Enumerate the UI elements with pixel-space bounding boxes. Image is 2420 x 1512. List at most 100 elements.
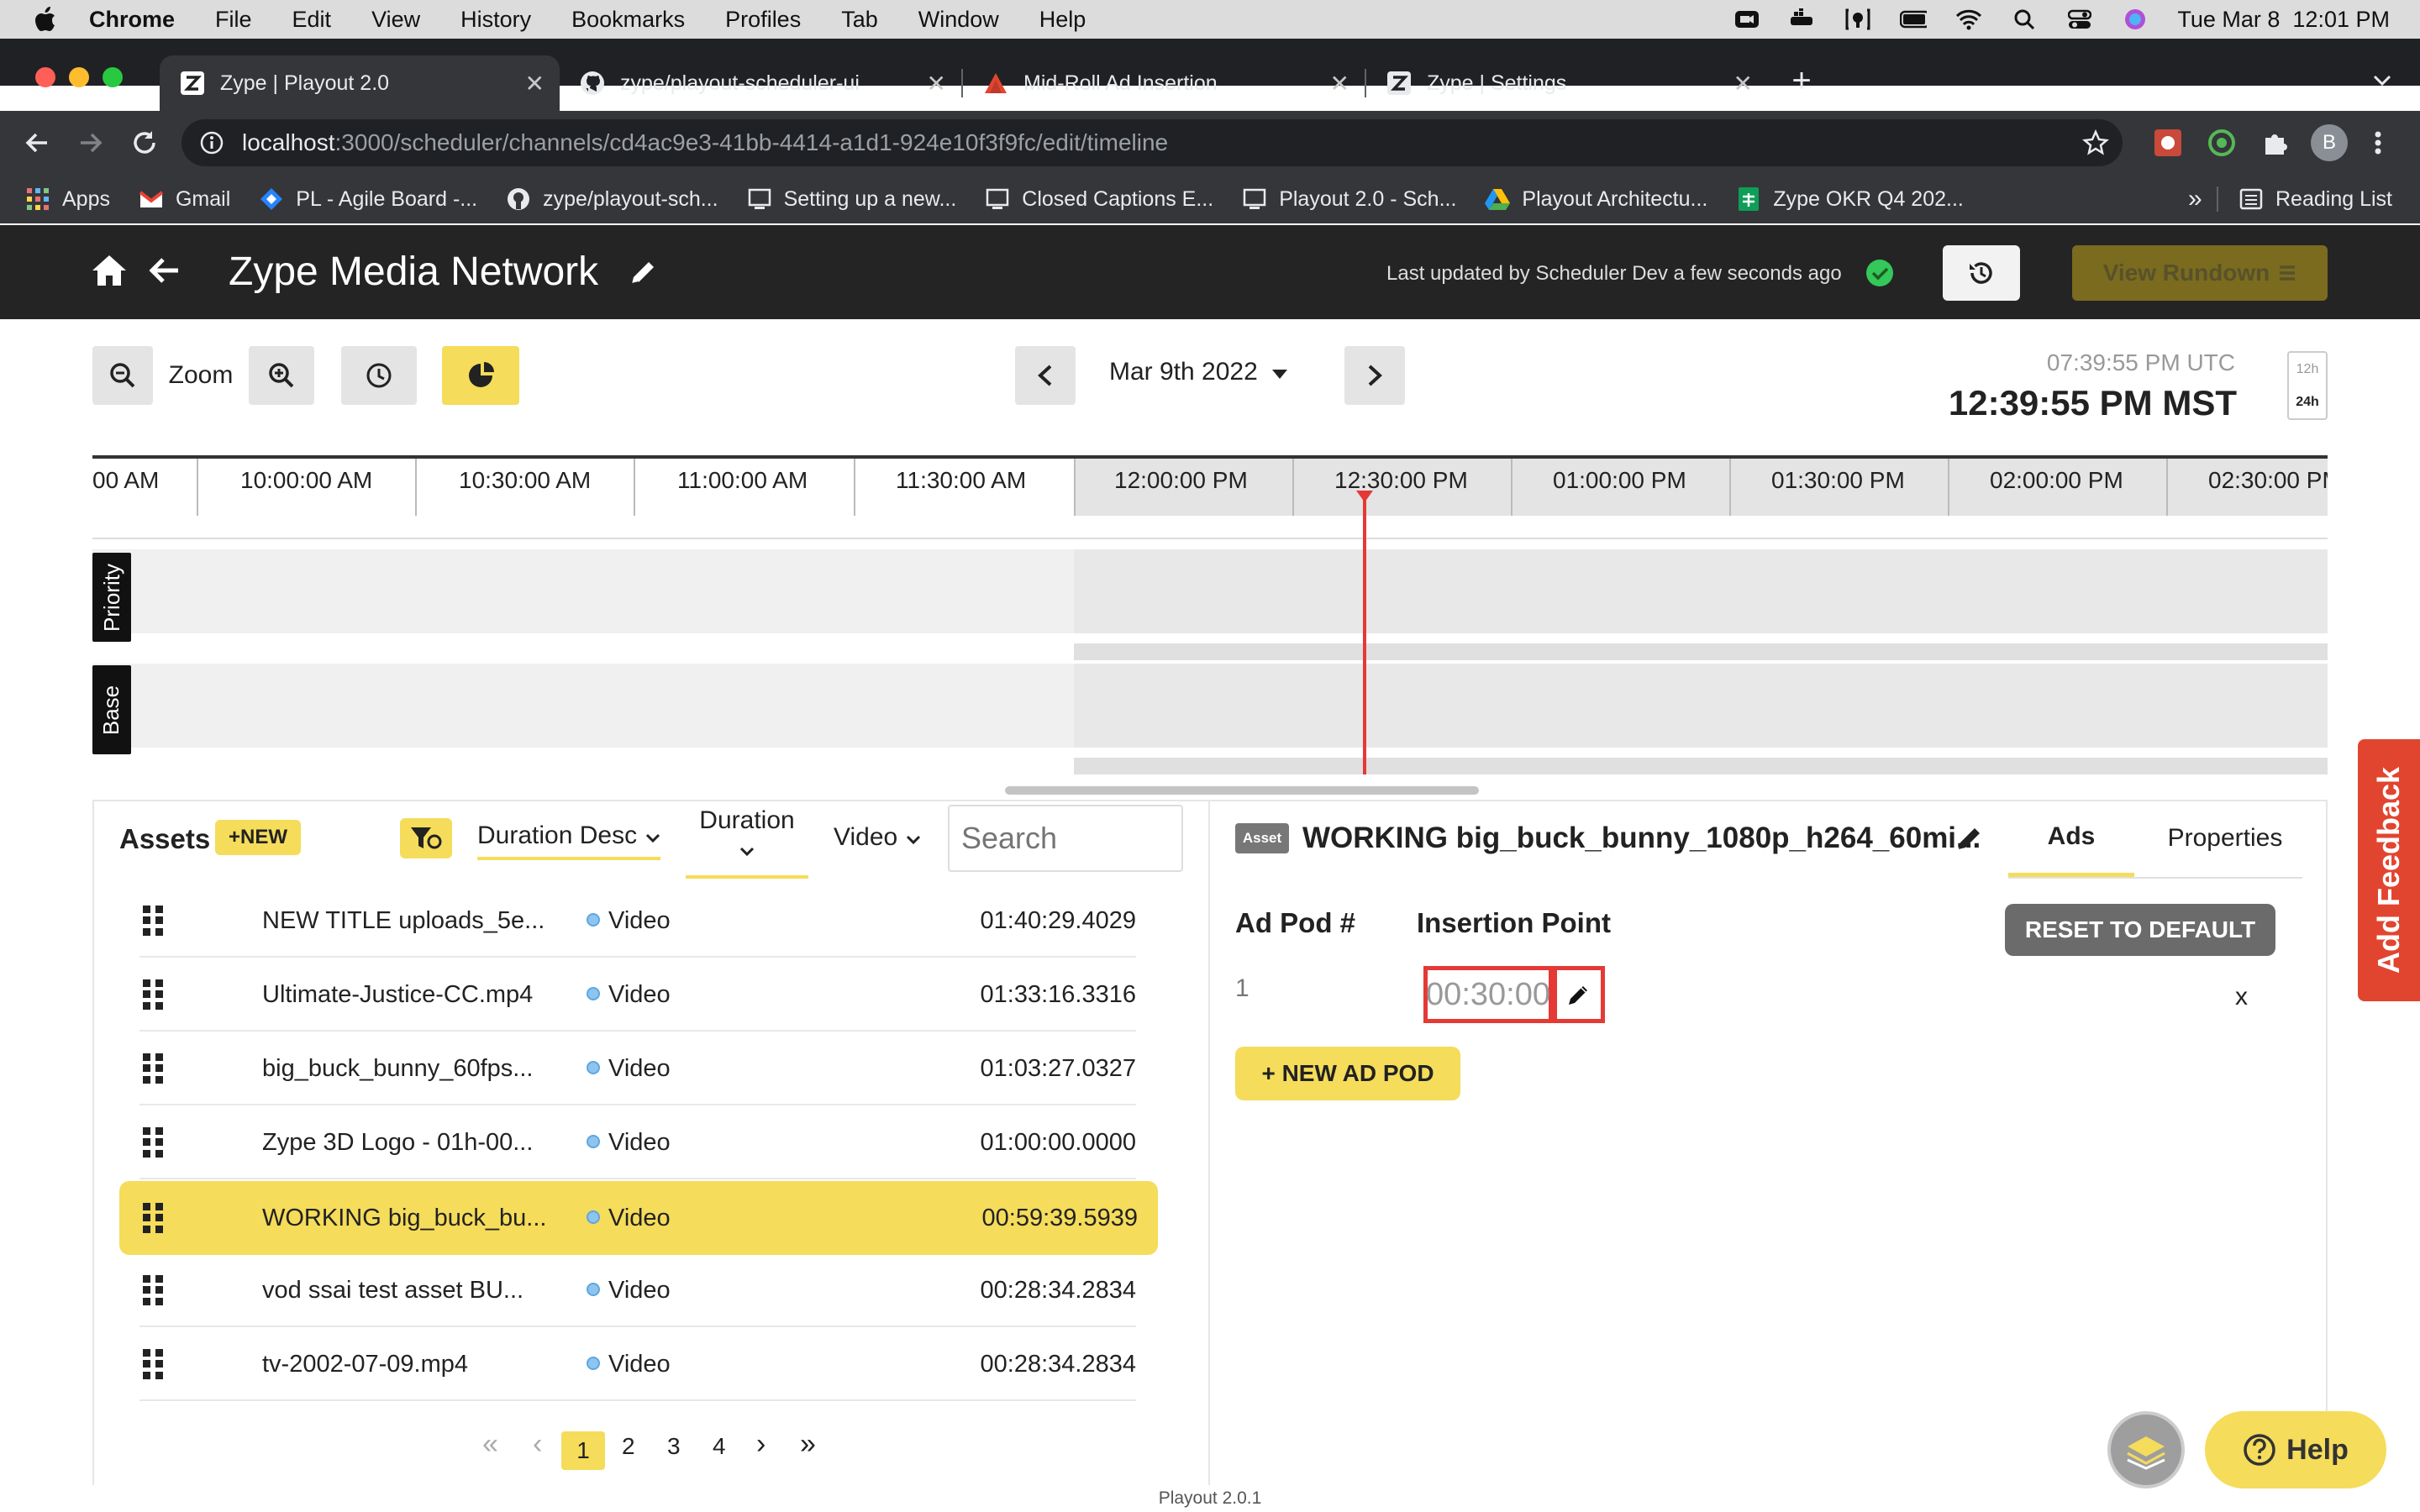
search-input[interactable] — [948, 805, 1183, 872]
bookmark-apps[interactable]: Apps — [25, 186, 110, 212]
drag-handle-icon[interactable] — [143, 979, 163, 1010]
time-format-toggle[interactable]: 12h 24h — [2287, 351, 2328, 420]
prev-page-button[interactable]: ‹ — [533, 1428, 542, 1461]
edit-insertion-button[interactable] — [1553, 966, 1605, 1023]
auto-scroll-button[interactable] — [442, 346, 519, 405]
bookmark-agile-board[interactable]: PL - Agile Board -... — [259, 186, 477, 212]
sort-select[interactable]: Duration Desc — [477, 822, 661, 860]
drag-handle-icon[interactable] — [143, 1053, 163, 1084]
asset-row[interactable]: Ultimate-Justice-CC.mp4 Video 01:33:16.3… — [139, 958, 1136, 1032]
timeline[interactable]: 00 AM 10:00:00 AM 10:30:00 AM 11:00:00 A… — [92, 455, 2328, 774]
tab-zype-playout[interactable]: Zype | Playout 2.0 ✕ — [160, 55, 560, 111]
last-page-button[interactable]: » — [800, 1428, 816, 1461]
close-tab-icon[interactable]: ✕ — [1733, 70, 1753, 97]
page-3-button[interactable]: 3 — [667, 1433, 681, 1460]
bookmark-star-icon[interactable] — [2082, 129, 2109, 162]
menu-window[interactable]: Window — [918, 7, 999, 33]
menu-profiles[interactable]: Profiles — [725, 7, 801, 33]
asset-row[interactable]: big_buck_bunny_60fps... Video 01:03:27.0… — [139, 1032, 1136, 1105]
back-icon[interactable] — [148, 255, 182, 290]
forward-arrow-icon[interactable] — [76, 128, 106, 162]
jump-to-now-button[interactable] — [341, 346, 417, 405]
apple-icon[interactable] — [30, 4, 60, 34]
tab-mid-roll[interactable]: Mid-Roll Ad Insertion ✕ — [963, 55, 1365, 111]
bookmark-playout-architecture[interactable]: Playout Architectu... — [1485, 186, 1707, 212]
tab-properties[interactable]: Properties — [2134, 800, 2316, 877]
help-button[interactable]: Help — [2205, 1411, 2386, 1488]
window-zoom-button[interactable] — [103, 67, 123, 87]
tab-zype-settings[interactable]: Zype | Settings ✕ — [1366, 55, 1768, 111]
bookmark-setting-up[interactable]: Setting up a new... — [747, 186, 956, 212]
layers-button[interactable] — [2107, 1411, 2185, 1488]
asset-row[interactable]: Zype 3D Logo - 01h-00... Video 01:00:00.… — [139, 1105, 1136, 1179]
spotlight-search-icon[interactable] — [2011, 8, 2038, 31]
remove-ad-pod-button[interactable]: x — [2235, 983, 2248, 1011]
home-icon[interactable] — [91, 254, 128, 291]
drag-handle-icon[interactable] — [143, 1127, 163, 1158]
priority-track[interactable] — [92, 549, 2328, 633]
bookmark-gmail[interactable]: Gmail — [139, 186, 230, 212]
clock-datetime[interactable]: Tue Mar 8 12:01 PM — [2177, 7, 2390, 33]
address-bar[interactable]: localhost:3000/scheduler/channels/cd4ac9… — [182, 119, 2123, 166]
bookmark-okr[interactable]: Zype OKR Q4 202... — [1736, 186, 1964, 212]
tab-search-chevron-icon[interactable] — [2370, 67, 2398, 96]
menu-tab[interactable]: Tab — [841, 7, 878, 33]
back-arrow-icon[interactable] — [22, 128, 52, 162]
wifi-icon[interactable] — [1955, 8, 1982, 31]
format-12h[interactable]: 12h — [2296, 362, 2319, 377]
control-center-icon[interactable] — [2066, 8, 2093, 31]
docker-icon[interactable] — [1789, 8, 1816, 31]
menu-view[interactable]: View — [371, 7, 420, 33]
base-track[interactable] — [92, 664, 2328, 748]
drag-handle-icon[interactable] — [143, 1203, 163, 1233]
menu-edit[interactable]: Edit — [292, 7, 332, 33]
next-page-button[interactable]: › — [756, 1428, 765, 1461]
page-2-button[interactable]: 2 — [622, 1433, 635, 1460]
timeline-scrollbar[interactable] — [1005, 786, 1479, 795]
add-feedback-tab[interactable]: Add Feedback — [2358, 739, 2420, 1001]
window-close-button[interactable] — [35, 67, 55, 87]
close-tab-icon[interactable]: ✕ — [927, 70, 946, 97]
asset-row-selected[interactable]: WORKING big_buck_bu... Video 00:59:39.59… — [119, 1181, 1158, 1255]
window-minimize-button[interactable] — [69, 67, 89, 87]
edit-title-pencil-icon[interactable] — [629, 259, 657, 291]
type-filter-select[interactable]: Video — [834, 823, 921, 852]
drag-handle-icon[interactable] — [143, 1275, 163, 1305]
page-4-button[interactable]: 4 — [713, 1433, 726, 1460]
zoom-out-button[interactable] — [92, 346, 153, 405]
extension-circle-icon[interactable] — [2207, 128, 2237, 162]
date-picker[interactable]: Mar 9th 2022 — [1109, 358, 1288, 386]
menu-chrome[interactable]: Chrome — [89, 7, 175, 33]
first-page-button[interactable]: « — [482, 1428, 498, 1461]
bookmark-playout-sch[interactable]: Playout 2.0 - Sch... — [1242, 186, 1456, 212]
insertion-point-field[interactable]: 00:30:00 — [1423, 966, 1553, 1023]
drag-handle-icon[interactable] — [143, 906, 163, 936]
filter-button[interactable] — [400, 818, 452, 858]
asset-row[interactable]: tv-2002-07-09.mp4 Video 00:28:34.2834 — [139, 1327, 1136, 1401]
extensions-puzzle-icon[interactable] — [2260, 128, 2291, 162]
camera-status-icon[interactable] — [1733, 8, 1760, 31]
view-rundown-button[interactable]: View Rundown — [2072, 245, 2328, 301]
bookmark-closed-captions[interactable]: Closed Captions E... — [985, 186, 1213, 212]
tool-status-icon[interactable] — [1844, 8, 1871, 31]
tab-github[interactable]: zype/playout-scheduler-ui ✕ — [560, 55, 961, 111]
zoom-in-button[interactable] — [249, 346, 314, 405]
menu-file[interactable]: File — [215, 7, 252, 33]
menu-help[interactable]: Help — [1039, 7, 1086, 33]
reload-icon[interactable] — [129, 128, 160, 162]
extension-icon[interactable] — [2153, 128, 2183, 162]
siri-icon[interactable] — [2122, 8, 2149, 31]
reset-to-default-button[interactable]: RESET TO DEFAULT — [2005, 904, 2275, 956]
duration-sort-header[interactable]: Duration — [686, 805, 808, 879]
site-info-icon[interactable] — [200, 131, 224, 155]
tab-ads[interactable]: Ads — [2008, 800, 2134, 877]
asset-row[interactable]: NEW TITLE uploads_5e... Video 01:40:29.4… — [139, 884, 1136, 958]
close-tab-icon[interactable]: ✕ — [1330, 70, 1349, 97]
browser-menu-icon[interactable] — [2371, 128, 2385, 162]
menu-history[interactable]: History — [460, 7, 531, 33]
reading-list[interactable]: Reading List — [2238, 186, 2392, 212]
new-ad-pod-button[interactable]: + NEW AD POD — [1235, 1047, 1460, 1100]
edit-asset-pencil-icon[interactable] — [1956, 825, 1983, 856]
new-asset-button[interactable]: +NEW — [215, 820, 301, 855]
format-24h[interactable]: 24h — [2296, 395, 2319, 410]
